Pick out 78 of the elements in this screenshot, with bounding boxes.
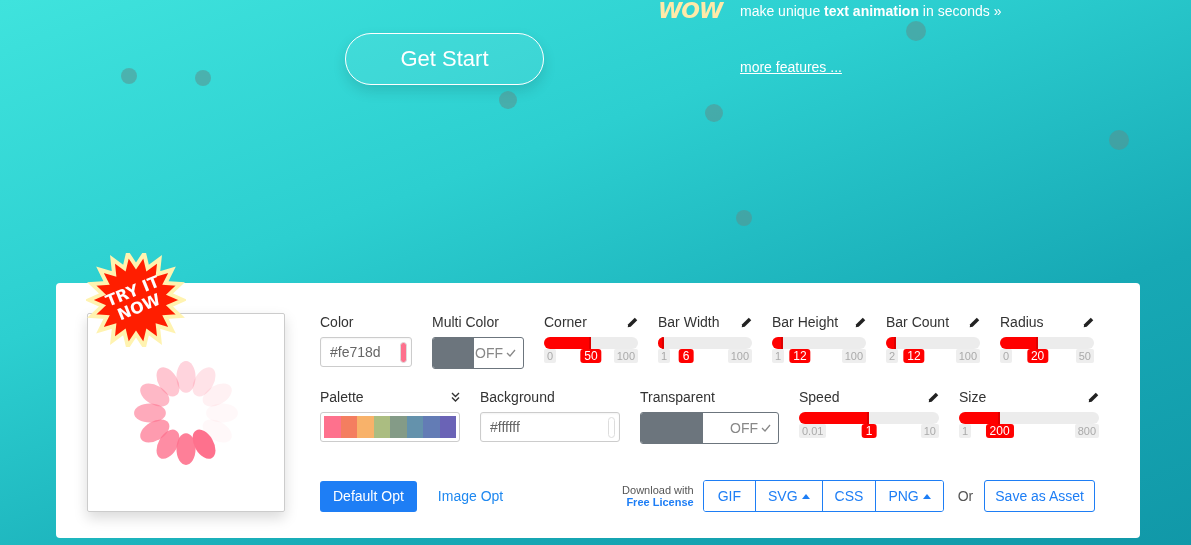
pencil-icon[interactable] bbox=[969, 316, 980, 328]
min-value: 1 bbox=[959, 424, 972, 438]
color-swatch[interactable] bbox=[400, 341, 407, 363]
check-icon bbox=[761, 424, 771, 432]
field-label: Size bbox=[959, 389, 987, 405]
value-badge: 20 bbox=[1026, 349, 1049, 363]
max-value: 10 bbox=[920, 424, 939, 438]
floating-dot bbox=[121, 68, 137, 84]
save-as-asset-button[interactable]: Save as Asset bbox=[984, 480, 1095, 512]
slider-track[interactable] bbox=[959, 412, 1099, 424]
field-label: Bar Height bbox=[772, 314, 839, 330]
pencil-icon[interactable] bbox=[1083, 316, 1094, 328]
field-label: Speed bbox=[799, 389, 840, 405]
pencil-icon[interactable] bbox=[855, 316, 866, 328]
field-label: Color bbox=[320, 314, 354, 330]
option-tab[interactable]: Image Opt bbox=[424, 480, 517, 512]
color-value: #ffffff bbox=[490, 419, 520, 435]
floating-dot bbox=[499, 91, 517, 109]
toggle-state: OFF bbox=[475, 345, 503, 361]
pencil-icon[interactable] bbox=[741, 316, 752, 328]
double-chevron-icon[interactable] bbox=[451, 392, 460, 402]
floating-dot bbox=[1109, 130, 1129, 150]
value-badge: 6 bbox=[678, 349, 694, 363]
field-label: Transparent bbox=[640, 389, 715, 405]
slider-track[interactable] bbox=[799, 412, 939, 424]
color-swatch[interactable] bbox=[608, 416, 615, 438]
max-value: 800 bbox=[1074, 424, 1099, 438]
slider-track[interactable] bbox=[772, 337, 866, 349]
color-input[interactable]: #ffffff bbox=[480, 412, 620, 442]
min-value: 0 bbox=[1000, 349, 1013, 363]
max-value: 50 bbox=[1075, 349, 1094, 363]
floating-dot bbox=[705, 104, 723, 122]
floating-dot bbox=[906, 21, 926, 41]
value-badge: 1 bbox=[861, 424, 877, 438]
slider-track[interactable] bbox=[544, 337, 638, 349]
toggle-switch[interactable]: OFF bbox=[640, 412, 779, 444]
toggle-switch[interactable]: OFF bbox=[432, 337, 524, 369]
field-label: Multi Color bbox=[432, 314, 499, 330]
min-value: 1 bbox=[658, 349, 671, 363]
or-label: Or bbox=[957, 488, 974, 504]
field-label: Radius bbox=[1000, 314, 1044, 330]
slider-track[interactable] bbox=[886, 337, 980, 349]
min-value: 0 bbox=[544, 349, 557, 363]
min-value: 0.01 bbox=[799, 424, 827, 438]
logo-text: WOW bbox=[658, 0, 723, 22]
tagline: make unique text animation in seconds » bbox=[740, 3, 1003, 19]
value-badge: 12 bbox=[903, 349, 925, 363]
min-value: 2 bbox=[886, 349, 899, 363]
pencil-icon[interactable] bbox=[928, 391, 939, 403]
pencil-icon[interactable] bbox=[627, 316, 638, 328]
max-value: 100 bbox=[955, 349, 980, 363]
field-label: Bar Count bbox=[886, 314, 950, 330]
floating-dot bbox=[195, 70, 211, 86]
max-value: 100 bbox=[727, 349, 752, 363]
field-label: Corner bbox=[544, 314, 587, 330]
color-input[interactable]: #fe718d bbox=[320, 337, 412, 367]
max-value: 100 bbox=[613, 349, 638, 363]
palette-picker[interactable] bbox=[320, 412, 460, 442]
option-tab[interactable]: Default Opt bbox=[320, 480, 417, 512]
free-license-link[interactable]: Free License bbox=[626, 496, 694, 508]
download-note: Download with bbox=[622, 484, 694, 496]
value-badge: 50 bbox=[580, 349, 602, 363]
slider-track[interactable] bbox=[1000, 337, 1094, 349]
check-icon bbox=[506, 349, 516, 357]
color-value: #fe718d bbox=[330, 344, 381, 360]
max-value: 100 bbox=[841, 349, 866, 363]
format-button[interactable]: PNG bbox=[875, 481, 943, 511]
floating-dot bbox=[736, 210, 752, 226]
field-label: Palette bbox=[320, 389, 364, 405]
value-badge: 12 bbox=[789, 349, 811, 363]
toggle-state: OFF bbox=[730, 420, 758, 436]
pencil-icon[interactable] bbox=[1088, 391, 1099, 403]
field-label: Bar Width bbox=[658, 314, 720, 330]
min-value: 1 bbox=[772, 349, 785, 363]
value-badge: 200 bbox=[985, 424, 1014, 438]
slider-track[interactable] bbox=[658, 337, 752, 349]
field-label: Background bbox=[480, 389, 555, 405]
starburst-badge: TRY IT NOW bbox=[86, 253, 186, 347]
